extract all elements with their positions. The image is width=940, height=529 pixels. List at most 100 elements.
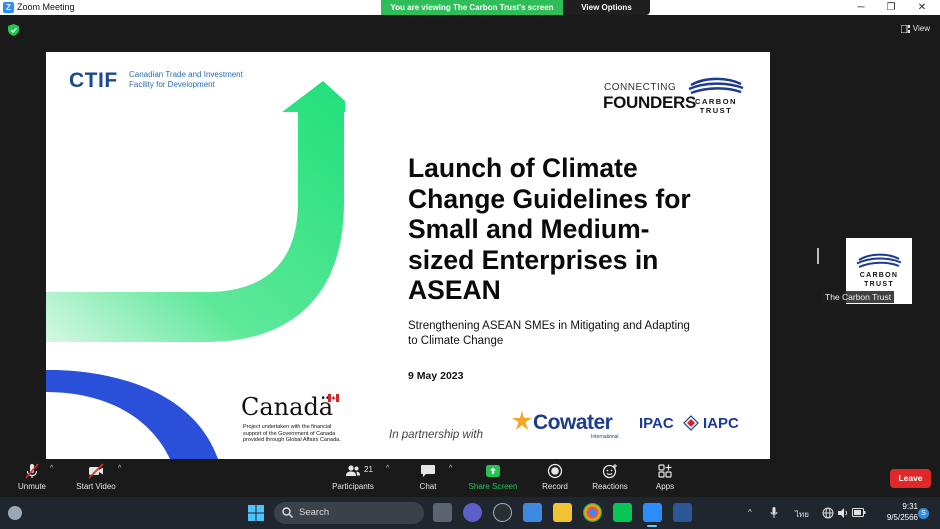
windows-start-icon[interactable] — [248, 505, 264, 521]
carbon-trust-swoosh-icon — [688, 77, 744, 95]
slide-title-line: sized Enterprises in — [408, 244, 659, 275]
carbon-trust-line: TRUST — [699, 106, 733, 115]
reactions-icon — [602, 464, 617, 479]
participant-logo-line: CARBON — [859, 272, 899, 279]
slide-title-line: Launch of Climate — [408, 153, 638, 183]
task-view-icon[interactable] — [433, 503, 452, 522]
slide-title-line: Small and Medium- — [408, 214, 650, 244]
apps-label: Apps — [655, 482, 675, 491]
share-banner-text: You are viewing The Carbon Trust's scree… — [381, 0, 563, 15]
panel-resize-handle[interactable] — [817, 248, 819, 264]
apps-icon — [658, 464, 672, 478]
participant-logo-text: CARBON TRUST — [850, 271, 908, 289]
ipac-emblem-icon — [683, 415, 699, 431]
participants-options-caret[interactable]: ^ — [386, 465, 389, 472]
view-grid-icon — [900, 24, 910, 33]
chat-options-caret[interactable]: ^ — [449, 465, 452, 472]
ipac-logo: IPAC — [639, 415, 674, 432]
start-video-label: Start Video — [76, 482, 116, 491]
participant-name-label: The Carbon Trust — [822, 291, 895, 303]
chat-label: Chat — [419, 482, 437, 491]
slide-title-line: Change Guidelines for — [408, 183, 691, 214]
zoom-taskbar-icon[interactable] — [643, 503, 662, 522]
teams-chat-icon[interactable] — [463, 503, 482, 522]
taskbar-search-box[interactable]: Search — [274, 502, 424, 524]
minimize-button[interactable]: ─ — [846, 0, 876, 15]
close-button[interactable]: ✕ — [907, 0, 937, 15]
participants-count: 21 — [364, 465, 373, 474]
file-explorer-icon[interactable] — [553, 503, 572, 522]
canada-wordmark: Canadä — [241, 393, 334, 421]
share-screen-label: Share Screen — [468, 482, 518, 491]
chat-button[interactable]: Chat — [414, 463, 442, 491]
tray-microphone-icon[interactable] — [770, 507, 778, 519]
record-label: Record — [542, 482, 568, 491]
record-icon — [547, 463, 563, 479]
video-off-icon — [88, 463, 104, 479]
line-app-icon[interactable] — [613, 503, 632, 522]
meeting-area: View CTIF Canadian Trade and Investment … — [0, 15, 940, 461]
connecting-founders-logo-top: CONNECTING — [604, 82, 677, 93]
audio-options-caret[interactable]: ^ — [50, 465, 53, 472]
taskbar-clock[interactable]: 9:31 9/5/2566 — [878, 501, 918, 523]
slide-title-line: ASEAN — [408, 275, 501, 305]
carbon-trust-logo-text: CARBON TRUST — [687, 97, 745, 115]
clock-date: 9/5/2566 — [886, 513, 918, 522]
network-globe-icon[interactable] — [822, 507, 834, 519]
canada-funding-note: Project undertaken with the financial su… — [243, 424, 353, 444]
view-options-button[interactable]: View Options — [563, 0, 650, 15]
cowater-star-icon — [512, 411, 532, 430]
slide-subtitle-line: Strengthening ASEAN SMEs in Mitigating a… — [408, 320, 690, 332]
partnership-label: In partnership with — [389, 429, 483, 441]
windows-taskbar: Search ^ ไทย 9:31 9/5/2566 S — [0, 497, 940, 529]
canada-flag-icon — [328, 394, 339, 402]
apps-button[interactable]: Apps — [651, 463, 679, 491]
participants-label: Participants — [332, 482, 374, 491]
input-language[interactable]: ไทย — [795, 508, 809, 521]
share-screen-button[interactable]: Share Screen — [467, 463, 519, 491]
meeting-toolbar: Unmute ^ Start Video ^ Participants 21 ^ — [0, 461, 940, 497]
speaker-icon[interactable] — [837, 507, 849, 519]
record-button[interactable]: Record — [539, 463, 571, 491]
battery-icon[interactable] — [852, 508, 866, 517]
carbon-trust-line: CARBON — [695, 97, 737, 106]
word-icon[interactable] — [673, 503, 692, 522]
maximize-button[interactable]: ❐ — [876, 0, 906, 15]
leave-button[interactable]: Leave — [890, 469, 931, 488]
slide-title: Launch of Climate Change Guidelines for … — [408, 153, 738, 306]
tray-overflow-chevron-icon[interactable]: ^ — [748, 508, 752, 517]
ctif-tagline-line: Facility for Development — [129, 80, 215, 89]
iapc-logo: IAPC — [703, 415, 739, 432]
chat-icon — [421, 465, 435, 477]
cowater-logo: Cowater — [533, 411, 613, 434]
reactions-label: Reactions — [592, 482, 628, 491]
video-options-caret[interactable]: ^ — [118, 465, 121, 472]
microphone-muted-icon — [25, 463, 39, 479]
zoom-app-icon: Z — [3, 2, 14, 13]
connecting-founders-logo-bottom: FOUNDERS — [603, 93, 696, 112]
zoom-active-indicator — [647, 525, 657, 527]
carbon-trust-swoosh-icon — [856, 253, 902, 268]
share-screen-icon — [486, 465, 500, 477]
reactions-button[interactable]: Reactions — [590, 463, 630, 491]
security-shield-icon[interactable] — [8, 24, 19, 36]
canada-note-line: provided through Global Affairs Canada. — [243, 437, 341, 443]
unmute-button[interactable]: Unmute — [12, 463, 52, 491]
slide-subtitle: Strengthening ASEAN SMEs in Mitigating a… — [408, 319, 728, 348]
view-button[interactable]: View — [900, 24, 930, 33]
notification-badge[interactable]: S — [918, 508, 929, 519]
shared-screen-slide: CTIF Canadian Trade and Investment Facil… — [46, 52, 770, 459]
search-placeholder: Search — [299, 507, 330, 518]
share-banner: You are viewing The Carbon Trust's scree… — [381, 0, 650, 15]
microsoft-store-icon[interactable] — [523, 503, 542, 522]
slide-date: 9 May 2023 — [408, 370, 464, 382]
ctif-tagline: Canadian Trade and Investment Facility f… — [129, 70, 269, 90]
participant-logo-line: TRUST — [864, 281, 894, 288]
weather-widget-icon[interactable] — [8, 506, 22, 520]
chrome-icon[interactable] — [583, 503, 602, 522]
github-icon[interactable] — [493, 503, 512, 522]
start-video-button[interactable]: Start Video — [72, 463, 120, 491]
participants-icon — [346, 465, 360, 476]
title-bar: Z Zoom Meeting You are viewing The Carbo… — [0, 0, 940, 15]
search-icon — [282, 507, 293, 518]
